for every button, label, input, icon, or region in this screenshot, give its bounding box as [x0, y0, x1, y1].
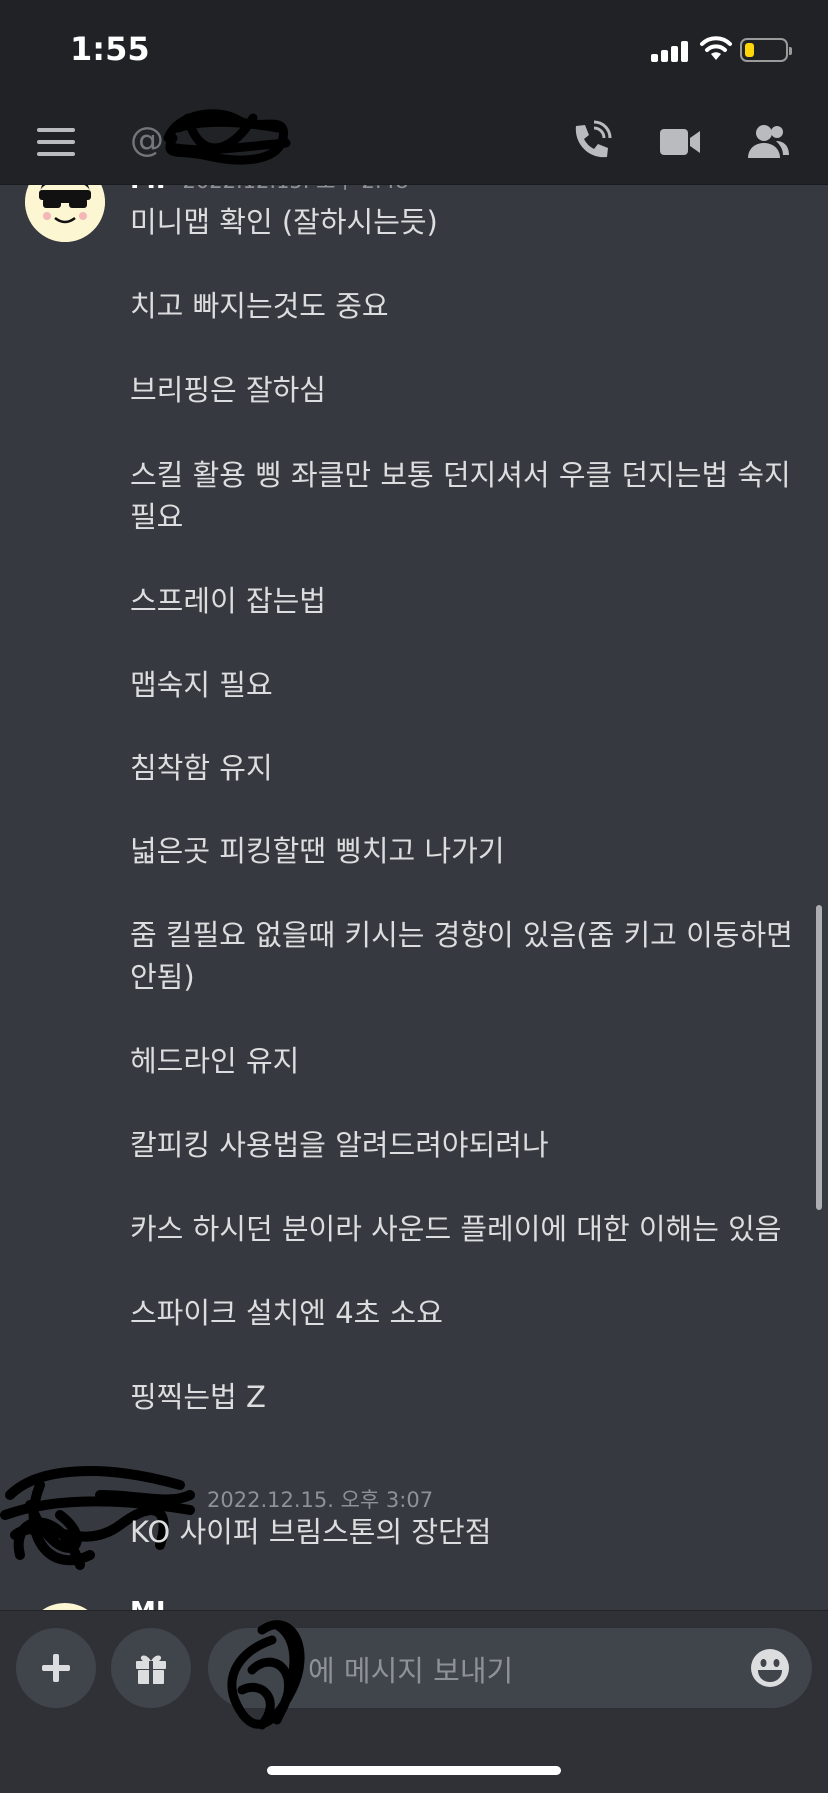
menu-icon[interactable] [37, 128, 75, 156]
message-input-placeholder: 에 메시지 보내기 [308, 1654, 514, 1688]
gift-icon [136, 1655, 166, 1684]
message-text: 핑찍는법 Z [130, 1380, 266, 1414]
message-timestamp: 2022.12.15. 오후 3:07 [207, 1488, 434, 1512]
message-text: 칼피킹 사용법을 알려드려야되려나 [130, 1128, 549, 1162]
message-text: 미니맵 확인 (잘하시는듯) [130, 205, 438, 239]
video-camera-icon[interactable] [658, 120, 702, 164]
message-text: 필요 [130, 500, 184, 534]
message-author-row: MI 2022.12.15. 오후 2:48 [130, 185, 409, 195]
clock: 1:55 [70, 30, 150, 68]
home-indicator[interactable] [267, 1766, 561, 1775]
message-text: 브리핑은 잘하심 [130, 373, 326, 407]
channel-header: @ [0, 100, 828, 185]
message-text: 줌 킬필요 없을때 키시는 경향이 있음(줌 키고 이동하면 [130, 918, 793, 952]
cellular-signal-icon [651, 40, 691, 62]
message-text: 침착함 유지 [130, 751, 273, 785]
message-text: 스프레이 잡는법 [130, 584, 326, 618]
scrollbar[interactable] [816, 905, 822, 1210]
battery-level [745, 43, 754, 57]
message-author-row: 2022.12.15. 오후 3:07 [130, 1484, 433, 1514]
plus-icon [42, 1654, 70, 1682]
members-icon[interactable] [746, 120, 790, 164]
message-timestamp: 2022.12.15. 오후 2:48 [183, 185, 409, 193]
message-author[interactable]: MI [130, 1597, 166, 1610]
message-text: 치고 빠지는것도 중요 [130, 289, 389, 323]
message-author-row: MI [130, 1597, 176, 1610]
avatar[interactable] [25, 185, 105, 242]
message-text: 스킬 활용 삥 좌클만 보통 던지셔서 우클 던지는법 숙지 [130, 458, 791, 492]
message-text: 맵숙지 필요 [130, 668, 273, 702]
message-text: 헤드라인 유지 [130, 1044, 300, 1078]
wifi-icon [700, 36, 732, 66]
message-author[interactable]: MI [130, 185, 166, 195]
add-attachment-button[interactable] [16, 1628, 96, 1708]
avatar[interactable] [25, 1603, 105, 1610]
emoji-icon[interactable] [750, 1648, 790, 1688]
message-list[interactable]: MI 2022.12.15. 오후 2:48 미니맵 확인 (잘하시는듯) 치고… [0, 185, 828, 1610]
status-bar: 1:55 [0, 0, 828, 100]
message-text: KO 사이퍼 브림스톤의 장단점 [130, 1515, 492, 1549]
message-text: 카스 하시던 분이라 사운드 플레이에 대한 이해는 있음 [130, 1212, 782, 1246]
phone-icon[interactable] [568, 120, 612, 164]
redaction-scribble [222, 1610, 322, 1739]
message-text: 넓은곳 피킹할땐 삥치고 나가기 [130, 834, 505, 868]
gift-button[interactable] [111, 1628, 191, 1708]
battery-icon [740, 38, 792, 62]
message-text: 스파이크 설치엔 4초 소요 [130, 1296, 443, 1330]
message-text: 안됨) [130, 960, 195, 994]
redaction-scribble [158, 108, 298, 172]
